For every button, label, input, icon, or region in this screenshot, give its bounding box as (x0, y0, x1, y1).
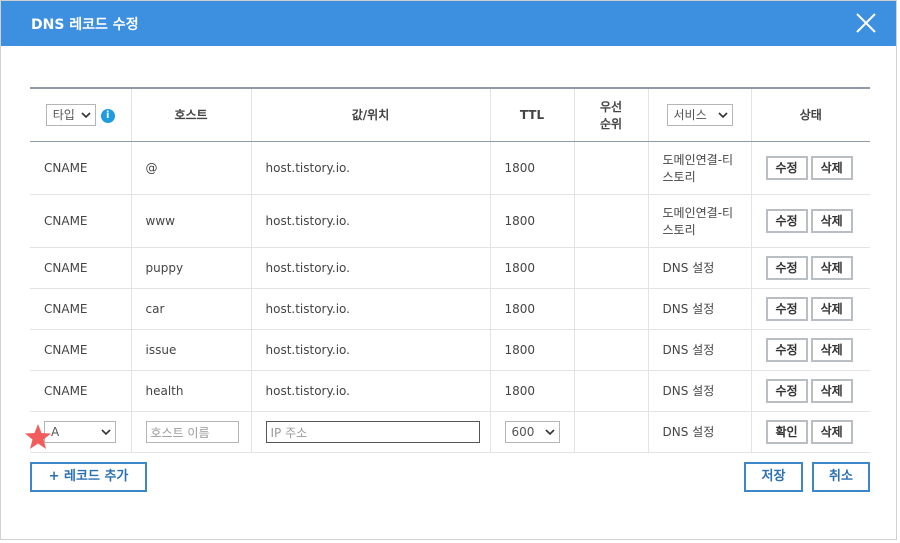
record-host: issue (131, 329, 252, 371)
delete-button[interactable]: 삭제 (810, 378, 853, 403)
record-host: www (131, 194, 252, 248)
record-ttl: 1800 (490, 247, 575, 289)
record-ttl: 1800 (490, 288, 575, 330)
new-record-service: DNS 설정 (648, 411, 752, 453)
dns-records-table: 타입 i 호스트 값/위치 TTL 우선 순위 서비스 상태 CNAME @ h… (30, 87, 870, 453)
record-value: host.tistory.io. (251, 288, 491, 330)
record-ttl: 1800 (490, 141, 575, 195)
record-value: host.tistory.io. (251, 370, 491, 412)
delete-button[interactable]: 삭제 (810, 208, 853, 233)
record-type: CNAME (30, 288, 132, 330)
record-value: host.tistory.io. (251, 329, 491, 371)
host-header: 호스트 (131, 87, 252, 142)
close-icon (856, 13, 876, 33)
service-filter-select[interactable]: 서비스 (666, 103, 733, 126)
delete-button[interactable]: 삭제 (810, 255, 853, 280)
save-button[interactable]: 저장 (744, 462, 803, 492)
confirm-button[interactable]: 확인 (765, 419, 808, 444)
delete-button[interactable]: 삭제 (810, 155, 853, 180)
record-type: CNAME (30, 194, 132, 248)
record-priority (574, 329, 649, 371)
cancel-button[interactable]: 취소 (812, 462, 870, 492)
record-priority (574, 141, 649, 195)
record-actions: 수정 삭제 (751, 141, 870, 195)
host-name-input[interactable]: 호스트 이름 (145, 420, 239, 443)
close-button[interactable] (852, 9, 880, 37)
service-header: 서비스 (648, 87, 752, 142)
record-type: CNAME (30, 370, 132, 412)
new-record-host-cell: 호스트 이름 (131, 411, 252, 453)
ttl-header: TTL (490, 87, 575, 142)
record-ttl: 1800 (490, 370, 575, 412)
record-service: 도메인연결-티 스토리 (648, 141, 752, 195)
record-service: DNS 설정 (648, 370, 752, 412)
record-service: DNS 설정 (648, 329, 752, 371)
info-icon[interactable]: i (100, 108, 115, 123)
record-service: 도메인연결-티 스토리 (648, 194, 752, 248)
edit-button[interactable]: 수정 (765, 255, 808, 280)
record-host: @ (131, 141, 252, 195)
record-host: health (131, 370, 252, 412)
record-priority (574, 370, 649, 412)
ttl-select[interactable]: 600 (504, 420, 560, 443)
record-type: CNAME (30, 247, 132, 289)
chevron-down-icon (101, 428, 111, 435)
record-service: DNS 설정 (648, 288, 752, 330)
chevron-down-icon (717, 112, 728, 118)
edit-button[interactable]: 수정 (765, 155, 808, 180)
dialog-title: DNS 레코드 수정 (31, 17, 139, 33)
edit-button[interactable]: 수정 (765, 208, 808, 233)
record-actions: 수정 삭제 (751, 288, 870, 330)
new-record-value-cell: IP 주소 (251, 411, 491, 453)
record-service: DNS 설정 (648, 247, 752, 289)
record-priority (574, 247, 649, 289)
dns-edit-dialog: DNS 레코드 수정 타입 i 호스트 값/위치 TTL 우선 순위 서비스 상… (0, 0, 897, 540)
record-type: CNAME (30, 329, 132, 371)
delete-button[interactable]: 삭제 (810, 419, 853, 444)
new-record-ttl-cell: 600 (490, 411, 575, 453)
record-ttl: 1800 (490, 329, 575, 371)
record-value: host.tistory.io. (251, 247, 491, 289)
table-row: CNAME health host.tistory.io. 1800 DNS 설… (30, 370, 870, 412)
record-value: host.tistory.io. (251, 141, 491, 195)
record-host: puppy (131, 247, 252, 289)
record-actions: 수정 삭제 (751, 370, 870, 412)
priority-header: 우선 순위 (574, 87, 649, 142)
new-record-actions: 확인 삭제 (751, 411, 870, 453)
add-record-button[interactable]: + 레코드 추가 (30, 462, 147, 492)
value-header: 값/위치 (251, 87, 491, 142)
record-priority (574, 288, 649, 330)
new-record-priority-cell (574, 411, 649, 453)
record-actions: 수정 삭제 (751, 247, 870, 289)
type-header: 타입 i (30, 87, 132, 142)
record-value: host.tistory.io. (251, 194, 491, 248)
chevron-down-icon (544, 428, 555, 435)
record-type: CNAME (30, 141, 132, 195)
table-row: CNAME @ host.tistory.io. 1800 도메인연결-티 스토… (30, 141, 870, 195)
edit-button[interactable]: 수정 (765, 378, 808, 403)
delete-button[interactable]: 삭제 (810, 337, 853, 362)
record-actions: 수정 삭제 (751, 329, 870, 371)
table-header-row: 타입 i 호스트 값/위치 TTL 우선 순위 서비스 상태 (30, 87, 870, 142)
chevron-down-icon (81, 112, 91, 118)
table-row: CNAME puppy host.tistory.io. 1800 DNS 설정… (30, 247, 870, 289)
delete-button[interactable]: 삭제 (810, 296, 853, 321)
dialog-header: DNS 레코드 수정 (1, 1, 896, 46)
record-host: car (131, 288, 252, 330)
record-priority (574, 194, 649, 248)
status-header: 상태 (751, 87, 870, 142)
star-marker-icon (25, 424, 51, 449)
table-row: CNAME www host.tistory.io. 1800 도메인연결-티 … (30, 194, 870, 248)
edit-button[interactable]: 수정 (765, 296, 808, 321)
record-ttl: 1800 (490, 194, 575, 248)
type-filter-select[interactable]: 타입 (45, 103, 96, 126)
new-record-type-select[interactable]: A (44, 420, 116, 443)
table-row: CNAME issue host.tistory.io. 1800 DNS 설정… (30, 329, 870, 371)
table-row: CNAME car host.tistory.io. 1800 DNS 설정 수… (30, 288, 870, 330)
ip-address-input[interactable]: IP 주소 (265, 420, 480, 443)
new-record-row: A 호스트 이름 IP 주소 600 DNS 설정 확인 삭제 (30, 411, 870, 453)
record-actions: 수정 삭제 (751, 194, 870, 248)
edit-button[interactable]: 수정 (765, 337, 808, 362)
